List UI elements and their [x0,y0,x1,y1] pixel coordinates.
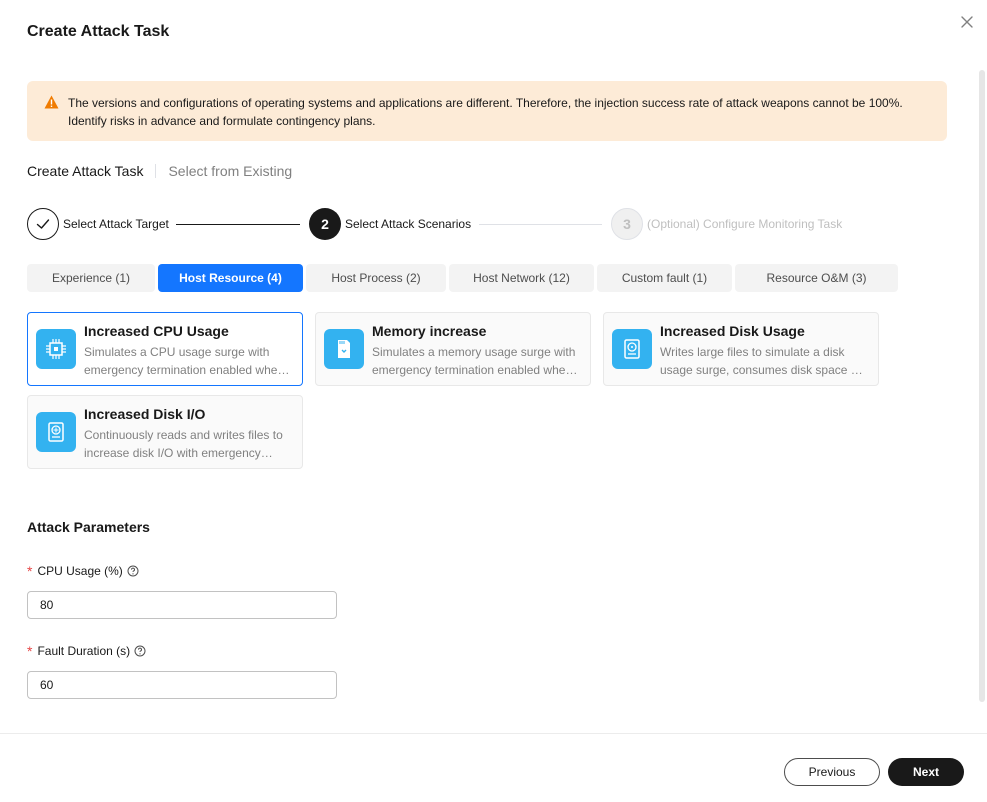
cpu-usage-input[interactable] [27,591,337,619]
footer-divider [0,733,987,734]
cpu-usage-label: * CPU Usage (%) [27,564,139,578]
scenario-desc: Simulates a memory usage surge with emer… [372,345,576,377]
step-connector-1 [176,224,300,225]
step-1-done [27,208,59,240]
scenario-desc: Continuously reads and writes files to i… [84,428,283,460]
create-attack-task-dialog: Create Attack Task The versions and conf… [0,0,987,802]
step-2-current: 2 [309,208,341,240]
tab-select-from-existing[interactable]: Select from Existing [168,163,292,179]
step-connector-2 [479,224,602,225]
mode-tabs: Create Attack Task Select from Existing [27,161,292,181]
fault-duration-input[interactable] [27,671,337,699]
scenario-card-disk-io[interactable]: Increased Disk I/O Continuously reads an… [27,395,303,469]
warning-text: The versions and configurations of opera… [68,96,903,128]
warning-alert: The versions and configurations of opera… [27,81,947,141]
step-3-label: (Optional) Configure Monitoring Task [647,217,843,231]
scenario-title: Increased Disk I/O [84,406,206,422]
attack-parameters-title: Attack Parameters [27,519,150,535]
fault-duration-label-text: Fault Duration (s) [37,644,131,658]
dialog-title: Create Attack Task [27,23,170,40]
scenario-card-memory-increase[interactable]: Memory increase Simulates a memory usage… [315,312,591,386]
wizard-steps: Select Attack Target 2 Select Attack Sce… [27,208,947,240]
category-tabs: Experience (1) Host Resource (4) Host Pr… [27,264,898,292]
scenario-title: Memory increase [372,323,487,339]
step-2-label: Select Attack Scenarios [345,217,472,231]
memory-icon [324,329,364,369]
close-icon[interactable] [958,13,976,31]
scenario-title: Increased CPU Usage [84,323,229,339]
tab-host-resource[interactable]: Host Resource (4) [158,264,303,292]
scenario-desc: Simulates a CPU usage surge with emergen… [84,345,285,377]
tab-create-attack-task[interactable]: Create Attack Task [27,163,143,179]
required-icon: * [27,643,33,659]
tab-host-process[interactable]: Host Process (2) [306,264,446,292]
step-3-pending: 3 [611,208,643,240]
tab-host-network[interactable]: Host Network (12) [449,264,594,292]
next-button[interactable]: Next [888,758,964,786]
scenario-card-disk-usage[interactable]: Increased Disk Usage Writes large files … [603,312,879,386]
cpu-icon [36,329,76,369]
cpu-usage-label-text: CPU Usage (%) [37,564,123,578]
disk-icon [612,329,652,369]
help-icon[interactable] [127,565,139,577]
tab-custom-fault[interactable]: Custom fault (1) [597,264,732,292]
help-icon[interactable] [134,645,146,657]
scenario-card-cpu-usage[interactable]: Increased CPU Usage Simulates a CPU usag… [27,312,303,386]
tab-experience[interactable]: Experience (1) [27,264,155,292]
fault-duration-label: * Fault Duration (s) [27,644,146,658]
check-icon [36,219,50,229]
previous-button[interactable]: Previous [784,758,880,786]
disk-io-icon [36,412,76,452]
tab-divider [155,164,157,178]
tab-resource-om[interactable]: Resource O&M (3) [735,264,898,292]
scrollbar[interactable] [979,70,985,702]
scenario-title: Increased Disk Usage [660,323,805,339]
required-icon: * [27,563,33,579]
scenario-desc: Writes large files to simulate a disk us… [660,345,864,377]
warning-icon [44,95,59,109]
step-1-label: Select Attack Target [63,217,169,231]
